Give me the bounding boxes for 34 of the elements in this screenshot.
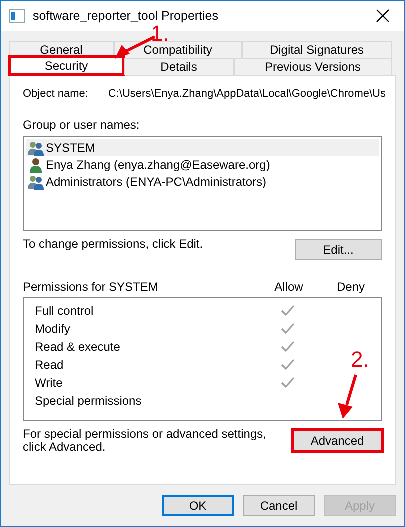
- list-item[interactable]: SYSTEM: [26, 139, 379, 156]
- user-group-icon: [28, 140, 44, 156]
- close-icon[interactable]: [376, 9, 390, 23]
- tab[interactable]: Details: [124, 58, 234, 75]
- permission-name: Special permissions: [35, 394, 143, 408]
- object-path: C:\Users\Enya.Zhang\AppData\Local\Google\Chrome\Us: [108, 88, 386, 100]
- hint-text: For special permissions or advanced settings, click Advanced.: [23, 428, 268, 454]
- permission-name: Read: [35, 358, 65, 372]
- section-label: Group or user names:: [23, 118, 141, 132]
- arrow: [338, 374, 358, 419]
- column-header: Allow: [274, 280, 304, 294]
- permission-name: Modify: [35, 322, 72, 336]
- field-label: Object name:: [23, 88, 88, 100]
- list-item[interactable]: Administrators (ENYA-PC\Administrators): [26, 173, 379, 190]
- dialog-button[interactable]: OK: [162, 495, 234, 516]
- user-icon: [28, 156, 44, 172]
- list-item[interactable]: Enya Zhang (enya.zhang@Easeware.org): [26, 156, 379, 173]
- tab[interactable]: Compatibility: [114, 41, 242, 58]
- dialog-button[interactable]: Cancel: [243, 495, 315, 516]
- user-group-icon: [28, 174, 44, 190]
- hint-text: To change permissions, click Edit.: [23, 237, 204, 251]
- permission-name: Full control: [35, 304, 95, 318]
- advanced-button[interactable]: Advanced: [293, 430, 382, 451]
- tab[interactable]: Digital Signatures: [242, 41, 392, 58]
- tab[interactable]: Previous Versions: [234, 58, 392, 75]
- permission-name: Write: [35, 376, 64, 390]
- section-label: Permissions for SYSTEM: [23, 280, 160, 294]
- window-title: software_reporter_tool Properties: [33, 9, 220, 23]
- window-icon: [9, 9, 25, 23]
- step-number: 2.: [351, 349, 370, 371]
- permission-name: Read & execute: [35, 340, 122, 354]
- column-header: Deny: [336, 280, 366, 294]
- tab[interactable]: Security: [9, 56, 124, 75]
- edit-button[interactable]: Edit...: [295, 239, 382, 260]
